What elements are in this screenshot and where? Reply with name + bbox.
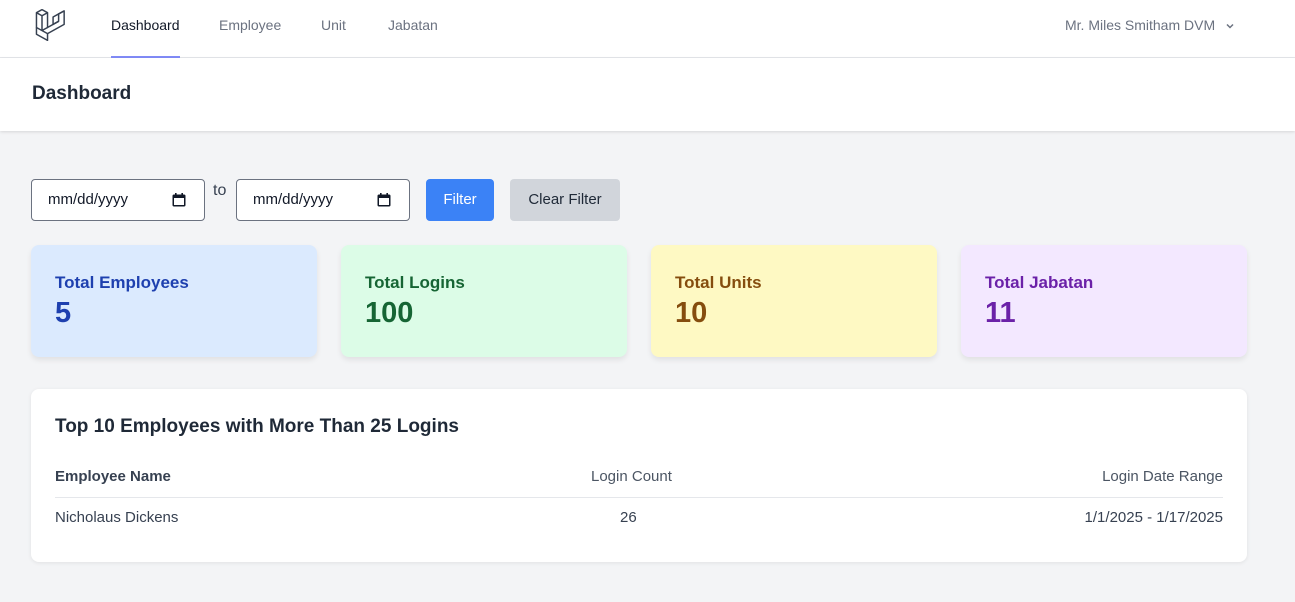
stat-value: 5 — [55, 297, 72, 329]
stat-card-total-units: Total Units 10 — [651, 245, 937, 357]
column-header-login-count: Login Count — [591, 468, 672, 485]
laravel-logo-icon[interactable] — [33, 9, 67, 41]
calendar-icon[interactable] — [377, 193, 391, 207]
user-menu-dropdown[interactable]: Mr. Miles Smitham DVM — [1065, 0, 1235, 50]
nav-link-employee[interactable]: Employee — [219, 0, 281, 58]
end-date-input[interactable]: mm/dd/yyyy — [236, 179, 410, 221]
start-date-placeholder: mm/dd/yyyy — [48, 191, 129, 208]
panel-title: Top 10 Employees with More Than 25 Login… — [55, 416, 459, 437]
stat-label: Total Jabatan — [985, 273, 1094, 292]
stat-card-total-employees: Total Employees 5 — [31, 245, 317, 357]
end-date-placeholder: mm/dd/yyyy — [253, 191, 334, 208]
stat-card-total-jabatan: Total Jabatan 11 — [961, 245, 1247, 357]
calendar-icon[interactable] — [172, 193, 186, 207]
nav-link-unit[interactable]: Unit — [321, 0, 346, 58]
stat-label: Total Units — [675, 273, 762, 292]
chevron-down-icon — [1226, 24, 1234, 29]
clear-filter-button[interactable]: Clear Filter — [510, 179, 620, 221]
login-count-cell: 26 — [620, 509, 637, 526]
top-navbar: Dashboard Employee Unit Jabatan Mr. Mile… — [0, 0, 1295, 58]
user-name: Mr. Miles Smitham DVM — [1064, 17, 1216, 33]
to-label: to — [213, 182, 227, 199]
page-title: Dashboard — [32, 83, 132, 104]
nav-link-dashboard[interactable]: Dashboard — [111, 0, 180, 58]
nav-link-jabatan[interactable]: Jabatan — [388, 0, 438, 58]
stat-value: 10 — [675, 297, 708, 329]
filter-button[interactable]: Filter — [426, 179, 494, 221]
employee-name-cell: Nicholaus Dickens — [55, 509, 179, 526]
column-header-login-date-range: Login Date Range — [1102, 468, 1223, 485]
stat-label: Total Logins — [365, 273, 465, 292]
login-date-range-cell: 1/1/2025 - 1/17/2025 — [1084, 509, 1223, 526]
top-employees-panel: Top 10 Employees with More Than 25 Login… — [31, 389, 1247, 562]
stat-value: 11 — [985, 297, 1016, 329]
stat-value: 100 — [365, 297, 414, 329]
column-header-employee-name: Employee Name — [55, 468, 171, 485]
page-header: Dashboard — [0, 58, 1295, 131]
table-divider — [55, 497, 1223, 498]
start-date-input[interactable]: mm/dd/yyyy — [31, 179, 205, 221]
stat-card-total-logins: Total Logins 100 — [341, 245, 627, 357]
stat-label: Total Employees — [55, 273, 189, 292]
